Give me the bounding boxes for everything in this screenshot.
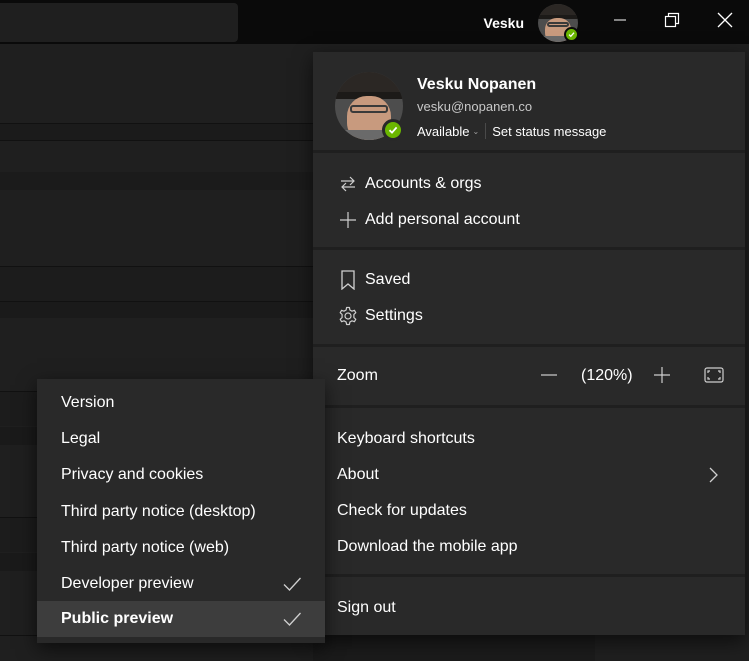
chevron-down-icon: ⌄ — [472, 126, 480, 136]
keyboard-shortcuts-label: Keyboard shortcuts — [337, 430, 475, 447]
zoom-row: Zoom (120%) — [337, 365, 729, 389]
zoom-out-button[interactable] — [538, 365, 560, 389]
title-bar: Vesku — [0, 0, 749, 44]
divider — [313, 405, 745, 408]
restore-icon — [664, 12, 680, 33]
check-for-updates-item[interactable]: Check for updates — [337, 499, 467, 523]
plus-icon — [337, 209, 359, 231]
account-menu: Vesku Nopanen vesku@nopanen.co Available… — [313, 52, 745, 635]
download-mobile-app-label: Download the mobile app — [337, 538, 518, 555]
legal-item[interactable]: Legal — [37, 421, 325, 457]
zoom-value: (120%) — [581, 367, 633, 384]
zoom-label: Zoom — [337, 367, 378, 384]
restore-button[interactable] — [652, 7, 692, 37]
profile-avatar[interactable] — [335, 72, 404, 141]
divider — [313, 344, 745, 347]
about-submenu: Version Legal Privacy and cookies Third … — [37, 379, 325, 643]
check-for-updates-label: Check for updates — [337, 502, 467, 519]
bookmark-icon — [337, 269, 359, 291]
public-preview-item[interactable]: Public preview — [37, 601, 325, 637]
developer-preview-item[interactable]: Developer preview — [37, 566, 325, 602]
profile-avatar-button[interactable] — [538, 4, 579, 42]
saved-label: Saved — [365, 271, 411, 288]
about-item[interactable]: About — [337, 463, 379, 487]
status-divider — [485, 123, 487, 139]
privacy-cookies-label: Privacy and cookies — [61, 466, 204, 483]
add-personal-account-item[interactable]: Add personal account — [337, 208, 520, 232]
close-icon — [717, 12, 733, 33]
chevron-right-icon — [705, 464, 721, 486]
public-preview-label: Public preview — [61, 610, 174, 627]
saved-item[interactable]: Saved — [337, 268, 410, 292]
sign-out-label: Sign out — [337, 599, 396, 616]
third-party-notice-web-label: Third party notice (web) — [61, 539, 230, 556]
status-dropdown[interactable]: Available — [417, 124, 470, 139]
search-box[interactable] — [0, 3, 238, 42]
version-label: Version — [61, 394, 115, 411]
accounts-orgs-item[interactable]: Accounts & orgs — [337, 172, 482, 196]
third-party-notice-desktop-label: Third party notice (desktop) — [61, 503, 256, 520]
divider — [313, 574, 745, 577]
about-label: About — [337, 466, 379, 483]
gear-icon — [337, 305, 359, 327]
zoom-in-button[interactable] — [651, 365, 673, 389]
divider — [313, 247, 745, 250]
developer-preview-label: Developer preview — [61, 575, 194, 592]
divider — [313, 150, 745, 153]
minimize-button[interactable] — [600, 7, 640, 37]
presence-available-icon — [564, 27, 579, 42]
presence-available-icon — [382, 119, 404, 141]
version-item[interactable]: Version — [37, 385, 325, 421]
add-personal-account-label: Add personal account — [365, 211, 520, 228]
settings-label: Settings — [365, 307, 423, 324]
privacy-cookies-item[interactable]: Privacy and cookies — [37, 457, 325, 493]
third-party-notice-desktop-item[interactable]: Third party notice (desktop) — [37, 494, 325, 530]
profile-name: Vesku Nopanen — [417, 76, 537, 93]
keyboard-shortcuts-item[interactable]: Keyboard shortcuts — [337, 427, 475, 451]
plus-icon — [653, 366, 671, 389]
switch-arrows-icon — [337, 173, 359, 195]
set-status-message-link[interactable]: Set status message — [492, 124, 606, 139]
minimize-icon — [613, 13, 627, 32]
minus-icon — [541, 367, 557, 388]
checkmark-icon — [282, 609, 302, 629]
legal-label: Legal — [61, 430, 101, 447]
fit-screen-icon — [704, 366, 724, 388]
profile-email: vesku@nopanen.co — [417, 99, 533, 114]
close-button[interactable] — [705, 7, 745, 37]
settings-item[interactable]: Settings — [337, 304, 423, 328]
zoom-reset-button[interactable] — [702, 365, 726, 389]
status-row: Available ⌄ Set status message — [417, 123, 606, 139]
checkmark-icon — [282, 574, 302, 594]
download-mobile-app-item[interactable]: Download the mobile app — [337, 535, 518, 559]
accounts-orgs-label: Accounts & orgs — [365, 175, 482, 192]
third-party-notice-web-item[interactable]: Third party notice (web) — [37, 530, 325, 566]
sign-out-item[interactable]: Sign out — [337, 596, 396, 620]
titlebar-username: Vesku — [483, 15, 524, 31]
